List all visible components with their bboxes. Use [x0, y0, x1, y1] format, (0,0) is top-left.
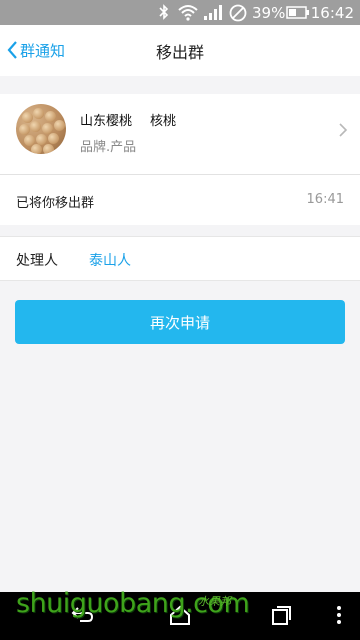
- status-bar: 39% 16:42: [0, 0, 360, 25]
- battery-percent: 39%: [252, 4, 286, 22]
- handler-label: 处理人: [16, 253, 58, 269]
- group-name-part2: 核桃: [150, 114, 177, 129]
- group-name: 山东樱桃 核桃: [80, 110, 176, 129]
- watermark-sub: 水果邦: [198, 595, 231, 608]
- divider: [0, 174, 360, 175]
- status-time: 16:42: [310, 4, 354, 22]
- group-avatar: [16, 104, 66, 154]
- handler-row: 处理人 泰山人: [0, 236, 360, 281]
- wifi-icon: [178, 5, 198, 21]
- menu-dots-icon[interactable]: [334, 602, 344, 628]
- chevron-right-icon: [339, 123, 348, 137]
- battery-icon: [286, 6, 309, 19]
- page-title: 移出群: [155, 43, 204, 62]
- dnd-icon: [229, 4, 247, 22]
- group-category: 品牌.产品: [80, 140, 137, 155]
- signal-icon: [204, 5, 222, 20]
- header: 群通知 移出群: [0, 25, 360, 76]
- notice-time: 16:41: [306, 192, 344, 207]
- group-info-row[interactable]: 山东樱桃 核桃 品牌.产品: [0, 94, 360, 174]
- reapply-button[interactable]: 再次申请: [15, 300, 345, 344]
- recent-apps-icon[interactable]: [268, 602, 294, 628]
- handler-name-link[interactable]: 泰山人: [89, 250, 131, 270]
- notice-message: 已将你移出群: [16, 196, 95, 211]
- group-name-part1: 山东樱桃: [80, 114, 133, 129]
- bluetooth-icon: [159, 4, 169, 20]
- notice-card: 山东樱桃 核桃 品牌.产品 已将你移出群 16:41: [0, 94, 360, 225]
